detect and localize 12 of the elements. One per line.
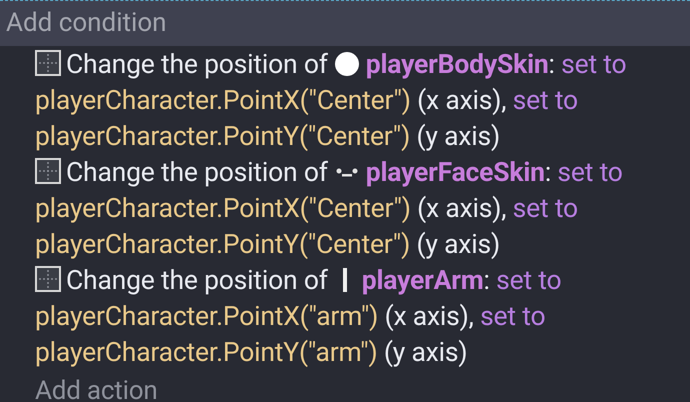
add-action-label[interactable]: Add action xyxy=(35,371,682,402)
circle-icon xyxy=(334,51,360,77)
position-icon xyxy=(35,50,61,76)
condition-bar[interactable]: Add condition xyxy=(0,0,690,46)
position-icon xyxy=(35,158,61,184)
action-sentence[interactable]: Change the position of playerFaceSkin: set to playerCharacter.PointX("Center") (x axis), set to playerCharacter.PointY("Center") (y axis) xyxy=(35,155,682,263)
face-icon xyxy=(336,168,358,178)
add-condition-label: Add condition xyxy=(6,7,167,40)
bar-icon xyxy=(342,268,348,292)
action-sentence[interactable]: Change the position of playerBodySkin: set to playerCharacter.PointX("Center") (x axis), set to playerCharacter.PointY("Center") (y axis) xyxy=(35,47,682,155)
action-sentence[interactable]: Change the position of playerArm: set to playerCharacter.PointX("arm") (x axis), set to playerCharacter.PointY("arm") (y axis) xyxy=(35,263,682,371)
position-icon xyxy=(35,266,61,292)
